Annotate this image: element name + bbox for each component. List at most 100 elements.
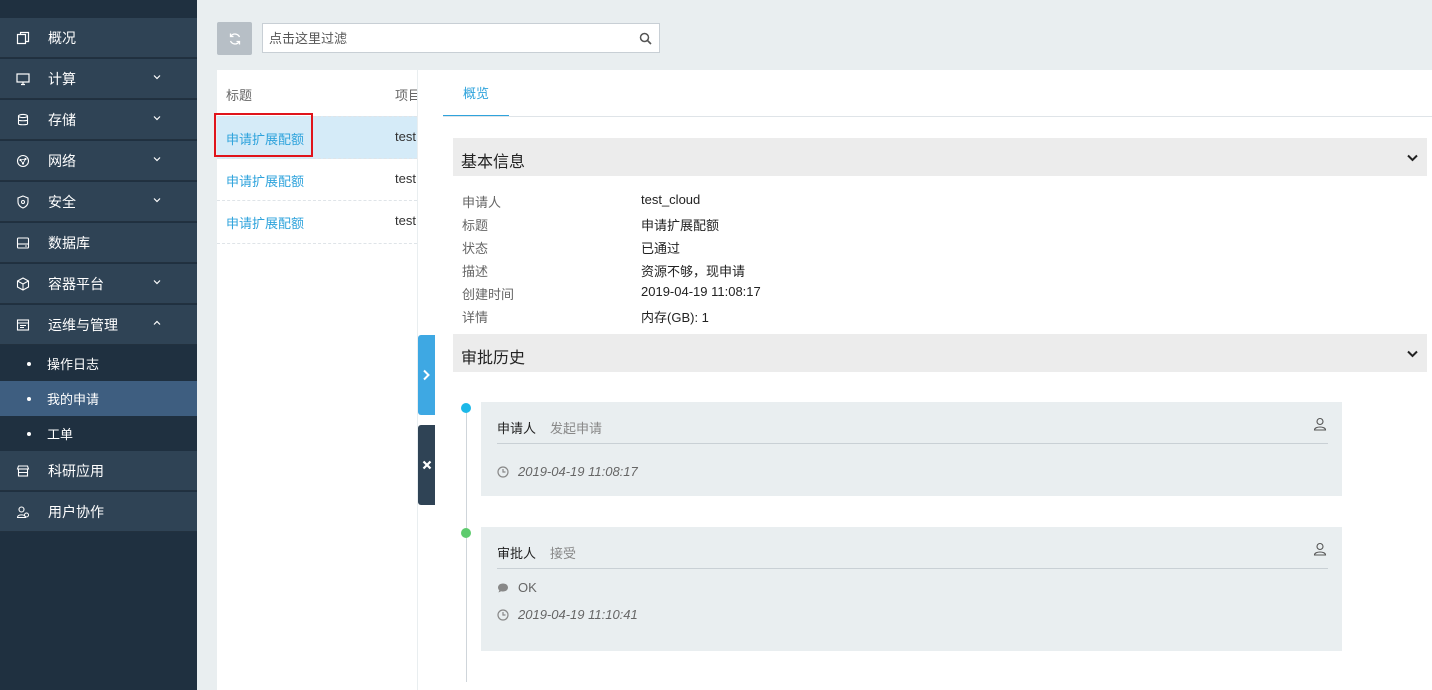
column-header-title[interactable]: 标题: [226, 85, 252, 104]
sidebar-item-label: 安全: [48, 193, 76, 210]
basic-info-header[interactable]: 基本信息: [453, 138, 1427, 176]
sidebar-item-label: 存储: [48, 111, 76, 128]
sidebar-subitem-label: 操作日志: [47, 357, 100, 372]
history-time: 2019-04-19 11:08:17: [497, 464, 638, 479]
history-header[interactable]: 审批历史: [453, 334, 1427, 372]
chevron-up-icon: [153, 320, 161, 325]
chevron-down-icon: [153, 198, 161, 203]
tab-overview[interactable]: 概览: [443, 70, 509, 117]
sidebar-item-container[interactable]: 容器平台: [0, 264, 197, 304]
sidebar-subitem-my-requests[interactable]: 我的申请: [0, 381, 197, 416]
field-label: 描述: [462, 264, 489, 279]
overview-icon: [16, 31, 30, 45]
sidebar-item-label: 科研应用: [48, 462, 104, 479]
ops-icon: [16, 318, 30, 332]
sidebar-item-overview[interactable]: 概况: [0, 18, 197, 58]
sidebar-item-database[interactable]: 数据库: [0, 223, 197, 263]
bullet-icon: [27, 396, 31, 401]
expand-panel-button[interactable]: [418, 335, 435, 415]
card-divider: [497, 443, 1328, 444]
sidebar-item-label: 计算: [48, 70, 76, 87]
sidebar-item-label: 用户协作: [48, 503, 104, 520]
refresh-icon: [229, 32, 240, 45]
timestamp: 2019-04-19 11:08:17: [518, 464, 638, 479]
request-title-link[interactable]: 申请扩展配额: [226, 129, 304, 148]
field-label: 创建时间: [462, 287, 515, 302]
section-title: 审批历史: [461, 350, 526, 367]
sidebar: 概况 计算 存储 网络 安全 数据库 容器平台 运维与管理 操作日志 我的申请 …: [0, 0, 197, 690]
tab-divider: [443, 116, 1432, 117]
history-comment: OK: [497, 580, 537, 595]
sidebar-item-ops[interactable]: 运维与管理: [0, 305, 197, 345]
sidebar-item-label: 网络: [48, 152, 76, 169]
field-value: 内存(GB): 1: [641, 310, 709, 325]
detail-panel: 概览 基本信息 申请人 test_cloud 标题 申请扩展配额 状态 已通过 …: [418, 70, 1432, 690]
sidebar-item-security[interactable]: 安全: [0, 182, 197, 222]
list-item[interactable]: 申请扩展配额 test: [217, 116, 417, 159]
field-label: 申请人: [462, 195, 502, 210]
sidebar-subitem-label: 工单: [47, 427, 74, 442]
sidebar-item-storage[interactable]: 存储: [0, 100, 197, 140]
sidebar-item-collaboration[interactable]: 用户协作: [0, 492, 197, 532]
request-project: test: [395, 171, 416, 186]
chevron-down-icon: [153, 75, 161, 80]
history-card: 申请人 发起申请 2019-04-19 11:08:17: [481, 402, 1342, 496]
column-header-project[interactable]: 项目: [395, 85, 417, 104]
sidebar-item-label: 数据库: [48, 234, 90, 251]
search-input[interactable]: [263, 24, 629, 52]
list-header: 标题 项目: [217, 70, 417, 114]
sidebar-item-network[interactable]: 网络: [0, 141, 197, 181]
search-icon[interactable]: [639, 32, 652, 45]
request-title-link[interactable]: 申请扩展配额: [226, 171, 304, 190]
close-panel-button[interactable]: [418, 425, 435, 505]
chevron-right-icon: [423, 369, 430, 381]
bullet-icon: [27, 361, 31, 366]
sidebar-subitem-tickets[interactable]: 工单: [0, 416, 197, 451]
field-value: 资源不够，现申请: [641, 264, 746, 279]
clock-icon: [497, 465, 509, 478]
sidebar-item-label: 运维与管理: [48, 316, 118, 333]
history-action: 接受: [550, 546, 577, 561]
field-value: 已通过: [641, 241, 681, 256]
sidebar-item-research-apps[interactable]: 科研应用: [0, 451, 197, 491]
close-icon: [422, 460, 431, 470]
section-title: 基本信息: [461, 154, 526, 171]
chevron-down-icon: [1407, 350, 1418, 358]
request-title-link[interactable]: 申请扩展配额: [226, 213, 304, 232]
request-project: test: [395, 213, 416, 228]
user-icon: [1313, 542, 1327, 556]
shield-icon: [16, 194, 30, 209]
field-label: 标题: [462, 218, 489, 233]
history-role: 审批人: [497, 546, 537, 561]
timestamp: 2019-04-19 11:10:41: [518, 607, 638, 622]
comment-text: OK: [518, 580, 537, 595]
card-divider: [497, 568, 1328, 569]
timeline-dot: [461, 528, 471, 538]
network-icon: [16, 154, 30, 168]
sidebar-item-compute[interactable]: 计算: [0, 59, 197, 99]
list-item[interactable]: 申请扩展配额 test: [217, 200, 417, 244]
chevron-down-icon: [153, 157, 161, 162]
timeline-line: [466, 410, 467, 682]
field-label: 状态: [462, 241, 489, 256]
chevron-down-icon: [153, 280, 161, 285]
user-icon: [1313, 417, 1327, 431]
chevron-down-icon: [153, 116, 161, 121]
history-role: 申请人: [497, 421, 537, 436]
container-icon: [16, 276, 30, 291]
chevron-down-icon: [1407, 154, 1418, 162]
history-card: 审批人 接受 OK 2019-04-19 11:10:41: [481, 527, 1342, 651]
monitor-icon: [16, 72, 30, 86]
bullet-icon: [27, 431, 31, 436]
list-item[interactable]: 申请扩展配额 test: [217, 158, 417, 201]
history-action: 发起申请: [550, 421, 603, 436]
clock-icon: [497, 608, 509, 621]
refresh-button[interactable]: [217, 22, 252, 55]
sidebar-item-label: 容器平台: [48, 275, 104, 292]
comment-icon: [498, 583, 508, 592]
field-value: 申请扩展配额: [641, 218, 720, 233]
database-icon: [16, 113, 30, 127]
sidebar-item-label: 概况: [48, 29, 76, 46]
sidebar-subitem-operation-log[interactable]: 操作日志: [0, 346, 197, 381]
request-list: 标题 项目 申请扩展配额 test 申请扩展配额 test 申请扩展配额 tes…: [217, 70, 417, 690]
